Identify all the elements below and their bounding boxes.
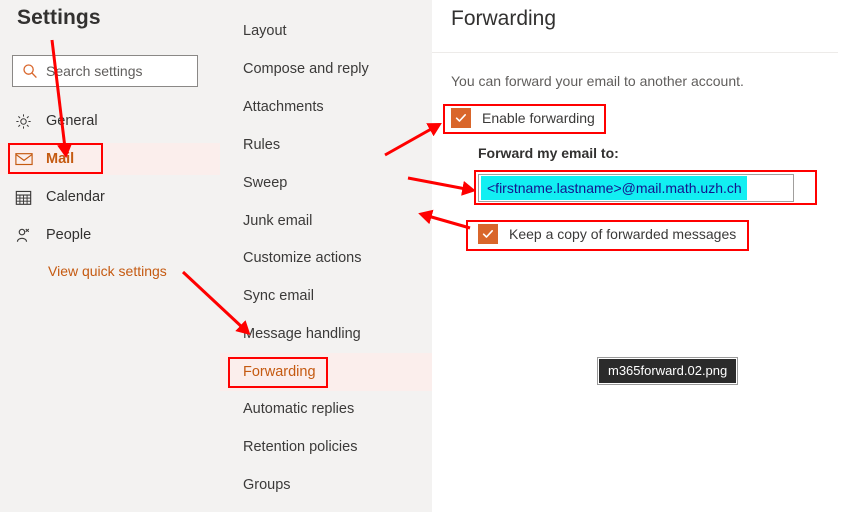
nav-item-label: Compose and reply [243,61,369,77]
forward-email-input[interactable]: <firstname.lastname>@mail.math.uzh.ch [478,174,794,202]
settings-window: Settings Search settings [0,0,841,512]
forwarding-panel: Forwarding You can forward your email to… [432,0,841,512]
checkbox-label: Keep a copy of forwarded messages [509,226,736,242]
nav-item-label: Message handling [243,326,361,342]
sidebar-item-calendar[interactable]: Calendar [0,181,220,213]
envelope-icon [15,152,39,166]
settings-sidebar: Settings Search settings [0,0,220,512]
sidebar-item-label: People [46,227,91,243]
search-input[interactable]: Search settings [12,55,198,87]
forward-to-label: Forward my email to: [478,145,619,161]
nav-item-label: Groups [243,477,291,493]
panel-description: You can forward your email to another ac… [451,73,744,89]
checkmark-icon [451,108,471,128]
page-title: Settings [17,6,101,30]
search-placeholder: Search settings [46,63,143,79]
nav-item-layout[interactable]: Layout [220,12,432,50]
keep-copy-checkbox[interactable]: Keep a copy of forwarded messages [478,224,736,244]
search-icon [22,63,38,79]
sidebar-item-general[interactable]: General [0,105,220,137]
sidebar-item-people[interactable]: People [0,219,220,251]
nav-item-label: Junk email [243,213,312,229]
nav-item-customize-actions[interactable]: Customize actions [220,239,432,277]
calendar-icon [15,189,39,206]
nav-item-compose-and-reply[interactable]: Compose and reply [220,50,432,88]
filename-tooltip: m365forward.02.png [598,358,737,384]
sidebar-item-label: Calendar [46,189,105,205]
nav-item-groups[interactable]: Groups [220,466,432,504]
nav-item-sync-email[interactable]: Sync email [220,277,432,315]
nav-item-label: Forwarding [243,364,316,380]
nav-item-label: Layout [243,23,287,39]
person-icon [15,227,39,244]
nav-item-label: Sync email [243,288,314,304]
nav-item-label: Rules [243,137,280,153]
nav-item-label: Automatic replies [243,401,354,417]
forward-email-value: <firstname.lastname>@mail.math.uzh.ch [481,176,747,201]
nav-item-forwarding[interactable]: Forwarding [220,353,432,391]
nav-item-junk-email[interactable]: Junk email [220,202,432,240]
mail-settings-nav: Layout Compose and reply Attachments Rul… [220,0,432,512]
nav-item-label: Retention policies [243,439,357,455]
checkmark-icon [478,224,498,244]
enable-forwarding-checkbox[interactable]: Enable forwarding [451,108,595,128]
nav-item-label: Attachments [243,99,324,115]
nav-item-label: Customize actions [243,250,361,266]
nav-item-automatic-replies[interactable]: Automatic replies [220,390,432,428]
view-quick-settings-link[interactable]: View quick settings [48,263,167,279]
sidebar-item-label: General [46,113,98,129]
divider [432,52,838,53]
nav-item-sweep[interactable]: Sweep [220,164,432,202]
sidebar-item-label: Mail [46,151,74,167]
gear-icon [15,113,39,130]
panel-title: Forwarding [451,7,556,31]
nav-item-label: Sweep [243,175,287,191]
nav-item-rules[interactable]: Rules [220,126,432,164]
nav-item-attachments[interactable]: Attachments [220,88,432,126]
sidebar-item-mail[interactable]: Mail [0,143,220,175]
nav-item-retention-policies[interactable]: Retention policies [220,428,432,466]
checkbox-label: Enable forwarding [482,110,595,126]
nav-item-message-handling[interactable]: Message handling [220,315,432,353]
